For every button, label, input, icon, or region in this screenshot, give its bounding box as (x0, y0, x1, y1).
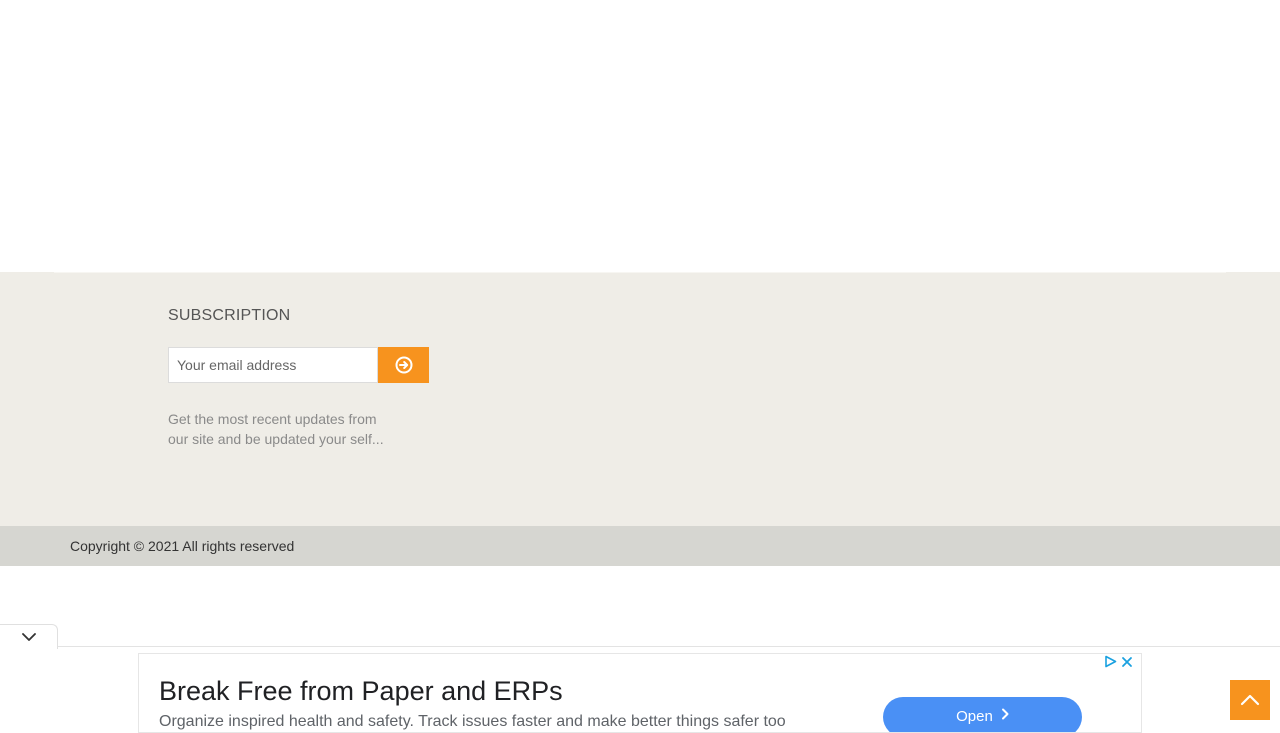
ad-headline[interactable]: Break Free from Paper and ERPs (159, 676, 563, 707)
ad-open-button[interactable]: Open (883, 697, 1082, 732)
chevron-down-icon (21, 633, 36, 641)
subscription-title: SUBSCRIPTION (168, 307, 291, 324)
subscribe-button[interactable] (378, 347, 429, 383)
copyright-bar: Copyright © 2021 All rights reserved (0, 526, 1280, 566)
adchoices-icon[interactable] (1104, 655, 1117, 668)
footer-divider (54, 272, 1226, 273)
scroll-to-top-button[interactable] (1230, 680, 1270, 720)
subscription-description: Get the most recent updates from our sit… (168, 411, 384, 447)
arrow-circle-right-icon (395, 356, 412, 374)
subscription-form (168, 347, 429, 383)
ad-body-text: Organize inspired health and safety. Tra… (159, 713, 786, 730)
email-input[interactable] (168, 347, 378, 383)
ad-collapse-toggle[interactable] (0, 624, 58, 649)
ad-open-label: Open (956, 708, 993, 725)
chevron-right-icon (1001, 708, 1009, 720)
footer-section: SUBSCRIPTION Get the most recent updates… (0, 272, 1280, 526)
copyright-text: Copyright © 2021 All rights reserved (70, 538, 295, 554)
ad-banner[interactable]: Break Free from Paper and ERPs Organize … (138, 653, 1142, 733)
ad-divider (58, 646, 1280, 647)
page-blank-area (0, 0, 1280, 272)
ad-choices (1104, 655, 1133, 668)
close-icon[interactable] (1121, 656, 1133, 668)
chevron-up-icon (1240, 694, 1260, 706)
